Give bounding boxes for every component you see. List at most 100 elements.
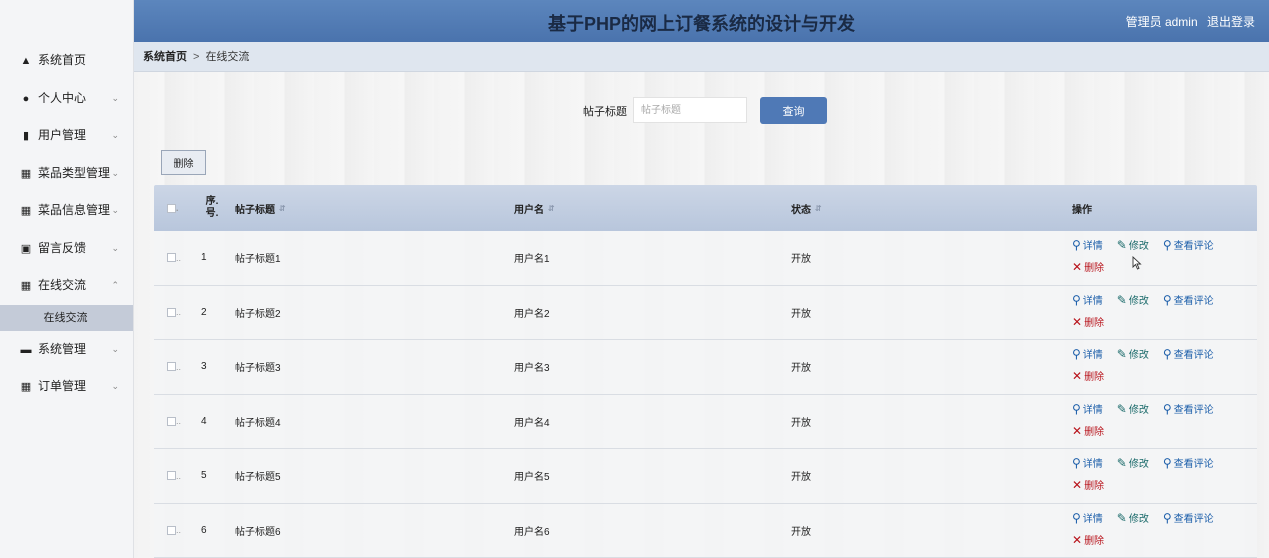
chevron-down-icon: ⌄ bbox=[111, 381, 119, 391]
breadcrumb-separator: > bbox=[193, 51, 200, 63]
grid-icon: ▦ bbox=[20, 167, 32, 180]
detail-button[interactable]: ⚲ 详情 bbox=[1072, 455, 1103, 470]
edit-button[interactable]: ✎ 修改 bbox=[1117, 292, 1149, 307]
breadcrumb-home[interactable]: 系统首页 bbox=[143, 51, 187, 63]
header-user[interactable]: 用户名 ⇵ bbox=[514, 185, 714, 231]
submenu-item-online-chat[interactable]: 在线交流 bbox=[0, 304, 133, 331]
view-comments-button[interactable]: ⚲ 查看评论 bbox=[1163, 237, 1214, 252]
detail-button[interactable]: ⚲ 详情 bbox=[1072, 401, 1103, 416]
main-content: 帖子标题 查询 删除 . 序.号. 帖子标题⇵ 用户名⇵ 状态⇵ 操作 .. 1… bbox=[134, 72, 1269, 558]
view-comments-button[interactable]: ⚲ 查看评论 bbox=[1163, 292, 1214, 307]
sidebar-item-label: 留言反馈 bbox=[38, 240, 87, 255]
delete-button[interactable]: ✕ 删除 bbox=[1072, 477, 1238, 492]
edit-button[interactable]: ✎ 修改 bbox=[1117, 346, 1149, 361]
sidebar-item-home[interactable]: ▲ 系统首页 bbox=[0, 42, 133, 80]
header-checkbox-cell[interactable]: . bbox=[167, 185, 197, 231]
search-icon: ⚲ bbox=[1072, 292, 1081, 307]
row-user: 用户名4 bbox=[514, 417, 550, 429]
view-comments-button[interactable]: ⚲ 查看评论 bbox=[1163, 510, 1214, 525]
sort-icon: ⇵ bbox=[279, 203, 286, 213]
edit-button[interactable]: ✎ 修改 bbox=[1117, 237, 1149, 252]
view-comments-button[interactable]: ⚲ 查看评论 bbox=[1163, 346, 1214, 361]
row-title: 帖子标题6 bbox=[235, 526, 281, 538]
delete-button[interactable]: ✕ 删除 bbox=[1072, 314, 1238, 329]
top-header: 基于PHP的网上订餐系统的设计与开发 管理员 admin 退出登录 bbox=[134, 0, 1269, 42]
sidebar-item-online-chat[interactable]: ▦ 在线交流 ⌃ bbox=[0, 267, 133, 305]
search-icon: ⚲ bbox=[1072, 456, 1081, 470]
row-ops: ⚲ 详情 ✎ 修改 ⚲ 查看评论 ✕ 删除 bbox=[1072, 346, 1252, 383]
pencil-icon: ✎ bbox=[1116, 510, 1127, 525]
delete-button[interactable]: ✕ 删除 bbox=[1072, 423, 1238, 438]
breadcrumb-current: 在线交流 bbox=[205, 51, 250, 63]
delete-button[interactable]: ✕ 删除 bbox=[1072, 532, 1238, 547]
table-row: .. 6 帖子标题6 用户名6 开放 ⚲ 详情 ✎ 修改 ⚲ 查看评论 ✕ 删除 bbox=[154, 503, 1257, 558]
search-button[interactable]: 查询 bbox=[760, 97, 827, 124]
row-num: 3 bbox=[201, 361, 207, 373]
sidebar-item-feedback[interactable]: ▣ 留言反馈 ⌄ bbox=[0, 230, 133, 268]
briefcase-icon: ▬ bbox=[20, 343, 32, 356]
chevron-down-icon: ⌄ bbox=[111, 130, 119, 140]
row-checkbox-cell[interactable]: .. bbox=[167, 340, 197, 394]
row-checkbox[interactable] bbox=[167, 525, 176, 535]
row-checkbox[interactable] bbox=[167, 471, 176, 481]
search-icon: ⚲ bbox=[1162, 347, 1172, 361]
view-comments-button[interactable]: ⚲ 查看评论 bbox=[1163, 401, 1214, 416]
edit-button[interactable]: ✎ 修改 bbox=[1117, 510, 1149, 525]
row-checkbox[interactable] bbox=[167, 253, 176, 263]
row-checkbox[interactable] bbox=[167, 362, 176, 372]
row-user: 用户名5 bbox=[514, 472, 550, 484]
row-num: 6 bbox=[201, 524, 207, 536]
sidebar-item-label: 菜品类型管理 bbox=[38, 165, 111, 180]
sidebar-item-dish-type-management[interactable]: ▦ 菜品类型管理 ⌄ bbox=[0, 155, 133, 193]
detail-button[interactable]: ⚲ 详情 bbox=[1072, 237, 1103, 252]
close-icon: ✕ bbox=[1072, 423, 1083, 438]
sidebar-item-system-management[interactable]: ▬ 系统管理 ⌄ bbox=[0, 331, 133, 369]
sidebar-item-label: 菜品信息管理 bbox=[38, 203, 111, 217]
view-comments-button[interactable]: ⚲ 查看评论 bbox=[1163, 455, 1214, 470]
search-icon: ⚲ bbox=[1162, 456, 1172, 470]
delete-button[interactable]: ✕ 删除 bbox=[1072, 259, 1238, 274]
pencil-icon: ✎ bbox=[1116, 238, 1127, 252]
table-header: . 序. 号. 帖子标题 ⇵ 用户名 ⇵ 状态 ⇵ 操作 bbox=[154, 185, 1257, 231]
chevron-down-icon: ⌄ bbox=[111, 167, 119, 178]
row-checkbox[interactable] bbox=[167, 416, 176, 426]
close-icon: ✕ bbox=[1072, 478, 1083, 492]
edit-button[interactable]: ✎ 修改 bbox=[1117, 401, 1149, 416]
row-num: 4 bbox=[201, 415, 207, 427]
row-checkbox-cell[interactable]: .. bbox=[167, 395, 197, 449]
header-num: 序. 号. bbox=[205, 196, 219, 219]
bulk-delete-button[interactable]: 删除 bbox=[161, 150, 206, 175]
edit-button[interactable]: ✎ 修改 bbox=[1117, 455, 1149, 470]
row-checkbox-cell[interactable]: .. bbox=[167, 504, 197, 558]
chevron-down-icon: ⌄ bbox=[111, 205, 119, 215]
row-ops: ⚲ 详情 ✎ 修改 ⚲ 查看评论 ✕ 删除 bbox=[1072, 401, 1252, 438]
pencil-icon: ✎ bbox=[1116, 347, 1127, 361]
row-checkbox[interactable] bbox=[167, 307, 176, 317]
delete-button[interactable]: ✕ 删除 bbox=[1072, 368, 1238, 383]
detail-button[interactable]: ⚲ 详情 bbox=[1072, 292, 1103, 307]
chevron-down-icon: ⌄ bbox=[111, 92, 119, 103]
header-title[interactable]: 帖子标题 ⇵ bbox=[235, 185, 435, 231]
clipboard-icon: ▣ bbox=[20, 242, 32, 255]
search-icon: ⚲ bbox=[1072, 238, 1081, 252]
header-status[interactable]: 状态 ⇵ bbox=[791, 185, 911, 231]
row-user: 用户名1 bbox=[514, 254, 550, 266]
table-row: .. 4 帖子标题4 用户名4 开放 ⚲ 详情 ✎ 修改 ⚲ 查看评论 ✕ 删除 bbox=[154, 394, 1257, 449]
sidebar-item-user-management[interactable]: ▮ 用户管理 ⌄ bbox=[0, 117, 133, 155]
sidebar-item-personal-center[interactable]: ● 个人中心 ⌄ bbox=[0, 80, 133, 118]
detail-button[interactable]: ⚲ 详情 bbox=[1072, 510, 1103, 525]
search-input[interactable] bbox=[633, 97, 747, 123]
row-title: 帖子标题3 bbox=[235, 363, 281, 375]
select-all-checkbox[interactable] bbox=[167, 203, 176, 213]
detail-button[interactable]: ⚲ 详情 bbox=[1072, 346, 1103, 361]
row-ops: ⚲ 详情 ✎ 修改 ⚲ 查看评论 ✕ 删除 bbox=[1072, 455, 1252, 492]
home-icon: ▲ bbox=[20, 55, 32, 67]
row-checkbox-cell[interactable]: .. bbox=[167, 286, 197, 340]
row-checkbox-cell[interactable]: .. bbox=[167, 231, 197, 285]
posts-table: . 序. 号. 帖子标题 ⇵ 用户名 ⇵ 状态 ⇵ 操作 .. 1 帖子标题1 用户名1… bbox=[154, 185, 1257, 558]
logout-link[interactable]: 退出登录 bbox=[1207, 15, 1255, 29]
sidebar-item-order-management[interactable]: ▦ 订单管理 ⌄ bbox=[0, 368, 133, 406]
sidebar-item-dish-info-management[interactable]: ▦ 菜品信息管理 ⌄ bbox=[0, 192, 133, 230]
row-checkbox-cell[interactable]: .. bbox=[167, 449, 197, 503]
table-row: .. 1 帖子标题1 用户名1 开放 ⚲ 详情 ✎ 修改 ⚲ 查看评论 ✕ 删除 bbox=[154, 231, 1257, 286]
